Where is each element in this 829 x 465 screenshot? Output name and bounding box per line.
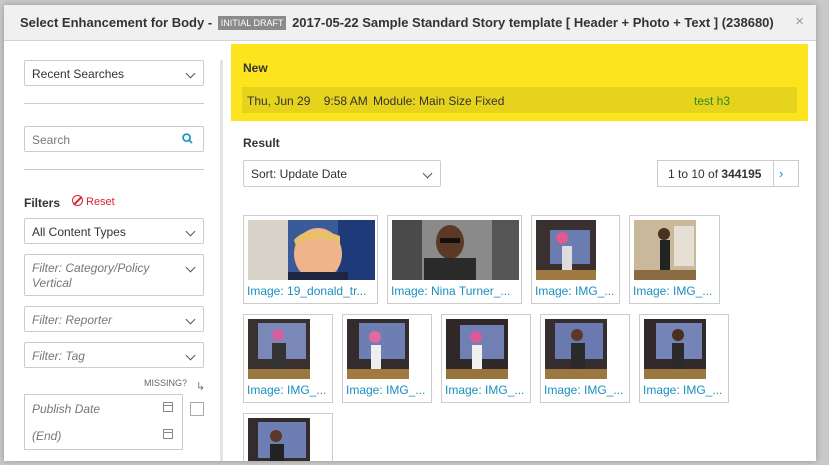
thumbnail-image	[248, 319, 310, 379]
next-page-button[interactable]: ›	[779, 166, 783, 181]
chevron-down-icon	[185, 314, 196, 325]
thumbnail-caption[interactable]: Image: IMG_...	[544, 383, 623, 397]
sort-select[interactable]: Sort: Update Date	[243, 160, 441, 187]
new-item-date: Thu, Jun 29 9:58 AM	[247, 94, 368, 108]
tag-filter-placeholder: Filter: Tag	[32, 349, 85, 363]
sort-value: Sort: Update Date	[251, 167, 348, 181]
thumbnail-image	[536, 220, 596, 280]
chevron-down-icon	[185, 350, 196, 361]
chevron-down-icon	[422, 168, 433, 179]
reporter-filter-select[interactable]: Filter: Reporter	[24, 306, 204, 332]
filters-heading: Filters	[24, 196, 61, 210]
media-thumbnail[interactable]	[243, 413, 333, 461]
media-thumbnail[interactable]: Image: IMG_...	[441, 314, 531, 403]
new-item-module: Module: Main Size Fixed	[373, 94, 505, 108]
arrow-down-icon: ↳	[196, 381, 206, 393]
thumbnail-caption[interactable]: Image: 19_donald_tr...	[247, 284, 366, 298]
publish-date-placeholder: Publish Date	[32, 402, 101, 416]
chevron-down-icon	[185, 226, 196, 237]
sidebar-divider	[220, 60, 223, 461]
media-thumbnail[interactable]: Image: Nina Turner_...	[387, 215, 522, 304]
reset-icon	[72, 195, 83, 206]
thumbnail-caption[interactable]: Image: IMG_...	[346, 383, 425, 397]
search-icon[interactable]	[182, 133, 193, 144]
end-date-placeholder: (End)	[32, 429, 62, 443]
media-thumbnail[interactable]: Image: IMG_...	[629, 215, 720, 304]
thumbnail-image	[347, 319, 409, 379]
publish-date-input[interactable]: Publish Date	[25, 395, 182, 421]
media-thumbnail[interactable]: Image: IMG_...	[540, 314, 630, 403]
thumbnail-image	[644, 319, 706, 379]
filter-sidebar: Recent Searches Search Filters Reset All…	[24, 60, 206, 461]
chevron-down-icon	[185, 68, 196, 79]
thumbnail-caption[interactable]: Image: IMG_...	[535, 284, 614, 298]
thumbnail-image	[392, 220, 519, 280]
divider	[24, 103, 204, 104]
content-type-value: All Content Types	[32, 225, 126, 239]
thumbnail-image	[248, 418, 310, 461]
thumbnail-image	[545, 319, 607, 379]
category-filter-placeholder: Filter: Category/Policy Vertical	[32, 261, 150, 290]
enhancement-modal: Select Enhancement for Body - INITIAL DR…	[4, 5, 816, 461]
category-filter-select[interactable]: Filter: Category/Policy Vertical	[24, 254, 204, 296]
thumbnail-image	[536, 220, 596, 280]
modal-title-prefix: Select Enhancement for Body -	[20, 15, 213, 30]
thumbnail-image	[248, 220, 375, 280]
new-panel: New Thu, Jun 29 9:58 AM Module: Main Siz…	[231, 44, 808, 121]
media-thumbnail[interactable]: Image: IMG_...	[639, 314, 729, 403]
reset-button[interactable]: Reset	[72, 195, 115, 208]
media-thumbnail[interactable]: Image: IMG_...	[342, 314, 432, 403]
thumbnail-image	[446, 319, 508, 379]
recent-searches-label: Recent Searches	[32, 67, 125, 81]
chevron-down-icon	[185, 262, 196, 273]
media-thumbnail[interactable]: Image: IMG_...	[531, 215, 620, 304]
search-input[interactable]: Search	[24, 126, 204, 152]
missing-checkbox[interactable]	[190, 402, 204, 416]
thumbnail-caption[interactable]: Image: IMG_...	[445, 383, 524, 397]
thumbnail-caption[interactable]: Image: IMG_...	[633, 284, 712, 298]
pagination-text: 1 to 10 of 344195	[668, 167, 761, 181]
end-date-input[interactable]: (End)	[25, 422, 182, 448]
thumbnail-image	[248, 418, 310, 461]
missing-label: MISSING?	[144, 378, 188, 388]
content-type-select[interactable]: All Content Types	[24, 218, 204, 244]
recent-searches-select[interactable]: Recent Searches	[24, 60, 204, 86]
result-heading: Result	[243, 136, 280, 150]
reset-label: Reset	[86, 196, 115, 208]
thumbnail-image	[644, 319, 706, 379]
new-item-row[interactable]: Thu, Jun 29 9:58 AM Module: Main Size Fi…	[242, 87, 797, 113]
divider	[24, 169, 204, 170]
modal-header: Select Enhancement for Body - INITIAL DR…	[4, 5, 816, 41]
reporter-filter-placeholder: Filter: Reporter	[32, 313, 113, 327]
calendar-icon[interactable]	[163, 402, 173, 412]
thumbnail-image	[248, 319, 310, 379]
calendar-icon[interactable]	[163, 429, 173, 439]
divider	[773, 161, 774, 186]
thumbnail-image	[392, 220, 519, 280]
thumbnail-caption[interactable]: Image: IMG_...	[643, 383, 722, 397]
modal-title-story: 2017-05-22 Sample Standard Story templat…	[292, 15, 774, 30]
thumbnail-image	[634, 220, 696, 280]
thumbnail-image	[634, 220, 696, 280]
new-item-user: test h3	[694, 94, 731, 108]
media-thumbnail[interactable]: Image: IMG_...	[243, 314, 333, 403]
publish-date-range: Publish Date (End)	[24, 394, 183, 450]
thumbnail-image	[347, 319, 409, 379]
status-badge: INITIAL DRAFT	[217, 16, 287, 30]
thumbnail-caption[interactable]: Image: IMG_...	[247, 383, 326, 397]
close-icon[interactable]: ×	[795, 13, 804, 30]
tag-filter-select[interactable]: Filter: Tag	[24, 342, 204, 368]
thumbnail-caption[interactable]: Image: Nina Turner_...	[391, 284, 510, 298]
thumbnail-image	[446, 319, 508, 379]
thumbnail-image	[545, 319, 607, 379]
thumbnail-image	[248, 220, 375, 280]
search-placeholder: Search	[32, 133, 71, 147]
modal-title: Select Enhancement for Body - INITIAL DR…	[20, 15, 774, 30]
pagination: 1 to 10 of 344195 ›	[657, 160, 799, 187]
pagination-range: 1 to 10 of	[668, 167, 719, 181]
media-thumbnail[interactable]: Image: 19_donald_tr...	[243, 215, 378, 304]
pagination-total: 344195	[721, 167, 762, 181]
new-heading: New	[243, 61, 268, 75]
